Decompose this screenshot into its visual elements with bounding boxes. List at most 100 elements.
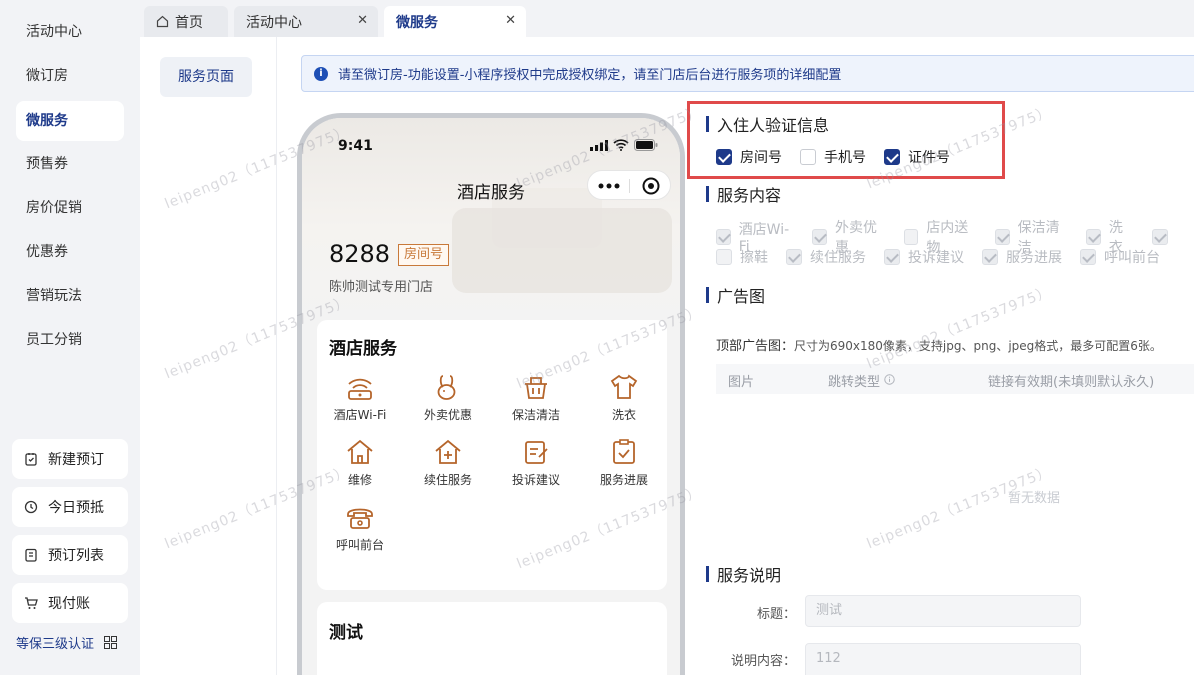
cash-account-button[interactable]: 现付账 xyxy=(12,583,128,623)
close-target-icon[interactable] xyxy=(642,177,660,195)
basket-icon xyxy=(525,377,547,399)
checkbox xyxy=(1152,229,1168,245)
cash-account-label: 现付账 xyxy=(48,596,90,612)
tab-activity-center[interactable]: 活动中心 ✕ xyxy=(234,6,378,37)
subnav-service-page[interactable]: 服务页面 xyxy=(160,57,252,97)
new-booking-label: 新建预订 xyxy=(48,452,104,468)
wifi-status-icon xyxy=(613,139,629,151)
service-takeout[interactable]: 外卖优惠 xyxy=(411,372,485,423)
desc-title: 服务说明 xyxy=(717,566,782,585)
content-call-checkbox: 呼叫前台 xyxy=(1080,247,1160,267)
tab-home[interactable]: 首页 xyxy=(144,6,228,37)
new-booking-button[interactable]: 新建预订 xyxy=(12,439,128,479)
checkbox xyxy=(994,229,1010,245)
service-cleaning[interactable]: 保洁清洁 xyxy=(499,372,573,423)
more-icon[interactable] xyxy=(598,183,620,189)
notice-banner: i 请至微订房-功能设置-小程序授权中完成授权绑定，请至门店后台进行服务项的详细… xyxy=(301,55,1194,92)
checkbox xyxy=(716,229,731,245)
house-plus-icon xyxy=(435,439,461,464)
service-label: 呼叫前台 xyxy=(335,538,384,552)
section-bar xyxy=(706,566,709,582)
booking-list-button[interactable]: 预订列表 xyxy=(12,535,128,575)
service-label: 续住服务 xyxy=(423,473,472,487)
hotel-services-card: 酒店服务 酒店Wi-Fi 外卖优惠 保洁清洁 洗衣 维修 续住服务 投诉建议 服… xyxy=(317,320,667,590)
sidebar-item-price-promotion[interactable]: 房价促销 xyxy=(16,188,124,228)
section-bar xyxy=(706,186,709,202)
grid-icon xyxy=(104,636,118,649)
close-icon[interactable]: ✕ xyxy=(357,13,368,28)
ad-hint: 尺寸为690x180像素，支持jpg、png、jpeg格式，最多可配置6张。 xyxy=(794,339,1162,353)
phone-preview: 9:41 酒店服务 8288 房间号 陈帅测试专用门店 酒店服务 酒店Wi-Fi… xyxy=(297,113,685,675)
title-input[interactable]: 测试 xyxy=(805,595,1081,627)
service-label: 保洁清洁 xyxy=(511,408,560,422)
watermark: leipeng02（11753797​5） xyxy=(864,283,1054,373)
content-field-label: 说明内容： xyxy=(730,654,796,669)
checkbox xyxy=(903,229,919,245)
section-bar xyxy=(706,287,709,303)
close-icon[interactable]: ✕ xyxy=(505,13,516,28)
content-input[interactable]: 112 xyxy=(805,643,1081,675)
section-desc-title: 服务说明 xyxy=(706,562,781,586)
content-option-label: 擦鞋 xyxy=(740,250,768,266)
service-call-front-desk[interactable]: 呼叫前台 xyxy=(323,502,397,553)
empty-state: 暂无数据 xyxy=(1008,491,1061,506)
ad-title: 广告图 xyxy=(717,287,766,306)
service-wifi[interactable]: 酒店Wi-Fi xyxy=(323,372,397,423)
service-repair[interactable]: 维修 xyxy=(323,437,397,488)
column-header: 链接有效期(未填则默认永久) xyxy=(988,375,1155,390)
title-field-label: 标题： xyxy=(756,607,796,622)
tab-home-label: 首页 xyxy=(175,14,203,31)
column-header: 跳转类型 xyxy=(828,375,881,390)
signal-icon xyxy=(590,139,608,151)
service-label: 洗衣 xyxy=(611,408,636,422)
checkbox xyxy=(716,249,732,265)
edit-icon xyxy=(525,441,548,464)
tab-micro-service-label: 微服务 xyxy=(396,14,438,31)
mini-program-capsule[interactable] xyxy=(587,170,671,200)
today-arrivals-label: 今日预抵 xyxy=(48,500,104,516)
content-progress-checkbox: 服务进展 xyxy=(982,247,1062,267)
service-progress[interactable]: 服务进展 xyxy=(587,437,661,488)
sidebar-item-staff-distribution[interactable]: 员工分销 xyxy=(16,320,124,360)
content-row-2: 擦鞋 续住服务 投诉建议 服务进展 呼叫前台 xyxy=(716,247,1178,267)
wifi-icon xyxy=(348,378,372,400)
tab-bar: 首页 活动中心 ✕ 微服务 ✕ xyxy=(140,0,1194,37)
sidebar-item-micro-booking[interactable]: 微订房 xyxy=(16,56,124,96)
checkbox xyxy=(1086,229,1101,245)
checkbox xyxy=(812,229,827,245)
hero-decor xyxy=(452,208,672,293)
checkbox xyxy=(1080,249,1096,265)
ad-label-text: 顶部广告图： xyxy=(716,339,795,354)
sidebar-item-micro-service[interactable]: 微服务 xyxy=(16,101,124,141)
sidebar-item-marketing[interactable]: 营销玩法 xyxy=(16,276,124,316)
sidebar-item-coupon[interactable]: 优惠券 xyxy=(16,232,124,272)
card-title: 酒店服务 xyxy=(329,339,397,359)
content-extend-checkbox: 续住服务 xyxy=(786,247,866,267)
checkbox xyxy=(786,249,802,265)
highlight-box xyxy=(687,101,1005,179)
certification-label: 等保三级认证 xyxy=(16,637,95,652)
section-content-title: 服务内容 xyxy=(706,182,781,206)
service-laundry[interactable]: 洗衣 xyxy=(587,372,661,423)
service-extend-stay[interactable]: 续住服务 xyxy=(411,437,485,488)
service-complaint[interactable]: 投诉建议 xyxy=(499,437,573,488)
content-option-label: 服务进展 xyxy=(1006,250,1062,266)
telephone-icon xyxy=(347,508,373,529)
battery-icon xyxy=(634,139,658,151)
house-repair-icon xyxy=(347,439,373,464)
service-label: 外卖优惠 xyxy=(423,408,472,422)
sidebar-item-presale-voucher[interactable]: 预售券 xyxy=(16,144,124,184)
service-label: 服务进展 xyxy=(599,473,648,487)
info-icon: i xyxy=(314,66,328,81)
today-arrivals-button[interactable]: 今日预抵 xyxy=(12,487,128,527)
sidebar-item-activity-center[interactable]: 活动中心 xyxy=(16,12,124,52)
checkbox xyxy=(982,249,998,265)
content-shoe-checkbox: 擦鞋 xyxy=(716,247,768,267)
security-certification[interactable]: 等保三级认证 xyxy=(16,633,118,652)
ad-label: 顶部广告图：尺寸为690x180像素，支持jpg、png、jpeg格式，最多可配… xyxy=(716,335,1162,354)
tab-micro-service[interactable]: 微服务 ✕ xyxy=(384,6,526,37)
service-label: 维修 xyxy=(347,473,372,487)
status-time: 9:41 xyxy=(338,138,373,154)
checkbox xyxy=(884,249,900,265)
list-icon xyxy=(25,548,37,562)
